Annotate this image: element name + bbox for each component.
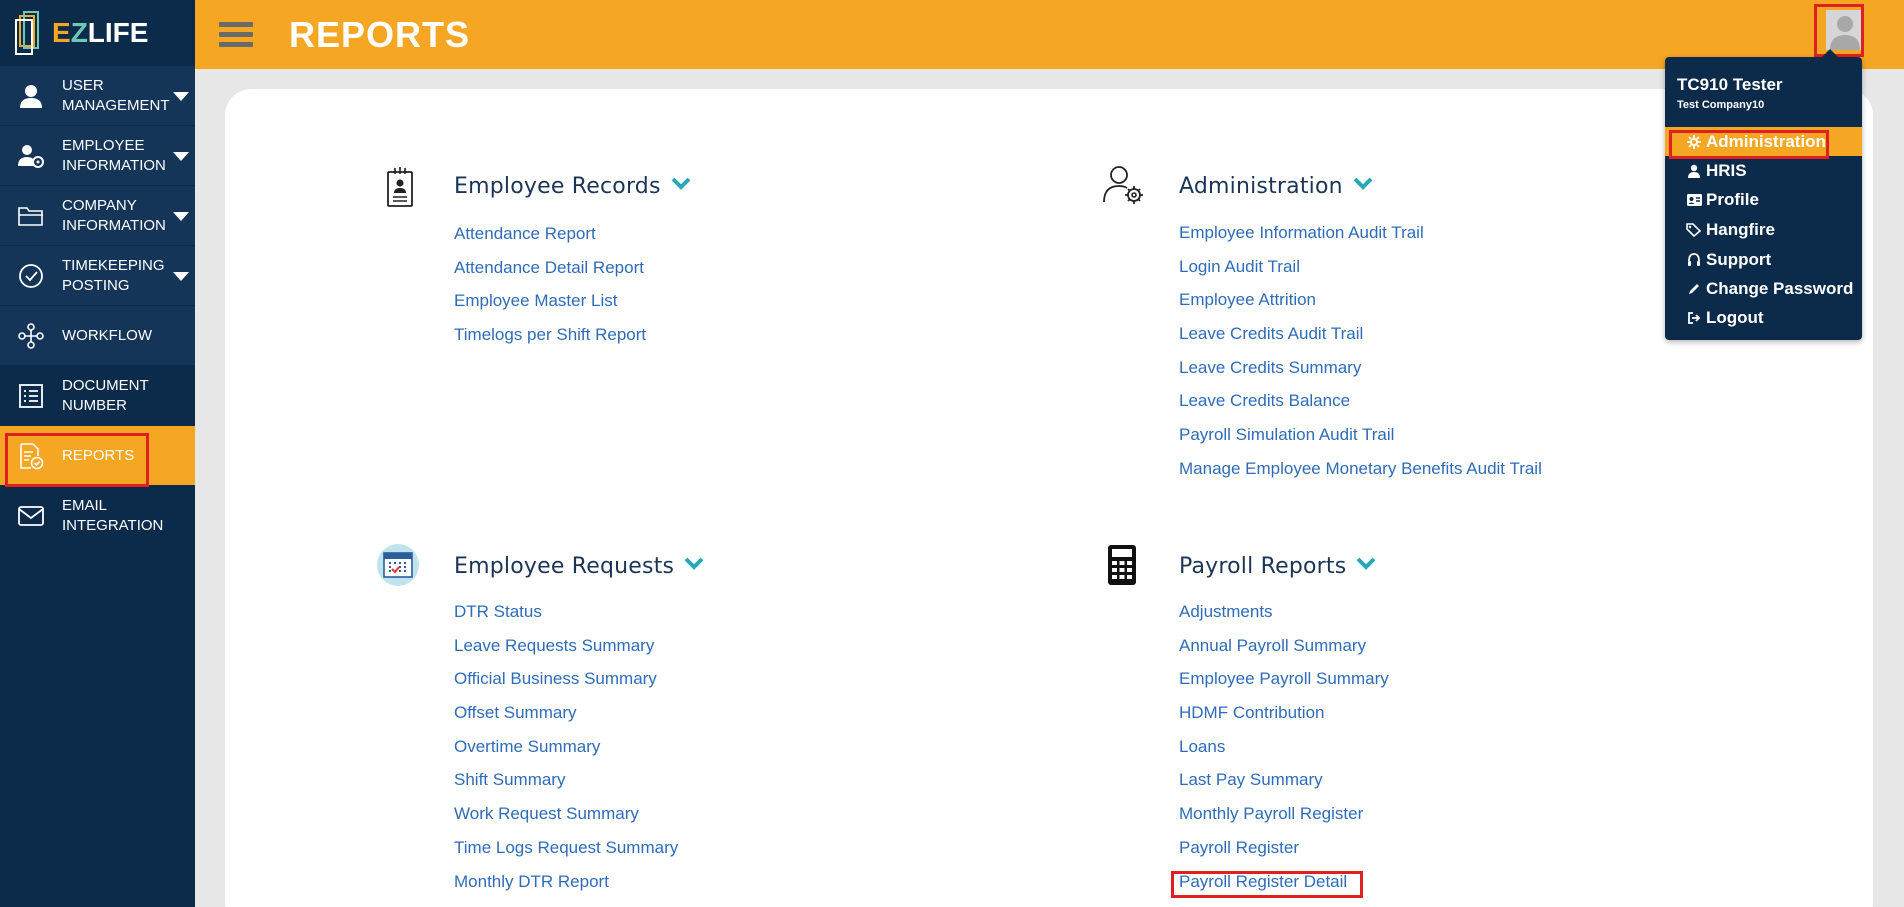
- sidebar-item-label: USER MANAGEMENT: [62, 76, 170, 114]
- report-link[interactable]: Employee Attrition: [1179, 290, 1542, 324]
- logo-text: EZLIFE: [52, 17, 149, 48]
- report-icon: [0, 442, 62, 470]
- employee-records-links: Attendance Report Attendance Detail Repo…: [454, 224, 646, 359]
- report-link[interactable]: Attendance Detail Report: [454, 258, 646, 292]
- report-link[interactable]: Manage Employee Monetary Benefits Audit …: [1179, 459, 1542, 493]
- dropdown-user-name: TC910 Tester: [1677, 75, 1783, 94]
- hamburger-menu-icon[interactable]: [219, 17, 253, 52]
- sidebar-item-email-integration[interactable]: EMAIL INTEGRATION: [0, 486, 195, 546]
- caret-down-icon: [173, 92, 189, 101]
- calendar-check-icon: [377, 544, 419, 586]
- report-link[interactable]: Employee Information Audit Trail: [1179, 223, 1542, 257]
- menu-item-change-password[interactable]: Change Password: [1665, 274, 1862, 303]
- menu-item-hangfire[interactable]: Hangfire: [1665, 215, 1862, 244]
- calculator-icon: [1108, 545, 1136, 585]
- logo-mark-icon: [15, 11, 39, 55]
- id-card-icon: [1685, 193, 1703, 206]
- chevron-down-icon[interactable]: [684, 557, 704, 571]
- chevron-down-icon[interactable]: [671, 177, 691, 191]
- list-icon: [0, 383, 62, 409]
- chevron-down-icon[interactable]: [1356, 557, 1376, 571]
- user-icon: [1685, 164, 1703, 178]
- report-link[interactable]: Last Pay Summary: [1179, 770, 1389, 804]
- logout-icon: [1685, 311, 1703, 325]
- sidebar-item-label: DOCUMENT NUMBER: [62, 376, 149, 414]
- report-link[interactable]: Leave Credits Audit Trail: [1179, 324, 1542, 358]
- menu-item-hris[interactable]: HRIS: [1665, 156, 1862, 185]
- menu-item-profile[interactable]: Profile: [1665, 185, 1862, 214]
- app-logo[interactable]: EZLIFE: [0, 0, 195, 66]
- top-header: REPORTS: [195, 0, 1904, 69]
- report-link[interactable]: Time Logs Request Summary: [454, 838, 678, 872]
- caret-down-icon: [173, 152, 189, 161]
- chevron-down-icon[interactable]: [1353, 177, 1373, 191]
- sidebar-item-document-number[interactable]: DOCUMENT NUMBER: [0, 366, 195, 426]
- user-settings-icon: [1103, 166, 1143, 204]
- report-link[interactable]: Leave Credits Balance: [1179, 391, 1542, 425]
- report-link[interactable]: Overtime Summary: [454, 737, 678, 771]
- sidebar-item-company-information[interactable]: COMPANY INFORMATION: [0, 186, 195, 246]
- report-link[interactable]: Annual Payroll Summary: [1179, 636, 1389, 670]
- menu-item-administration[interactable]: Administration: [1665, 127, 1862, 156]
- report-link[interactable]: Adjustments: [1179, 602, 1389, 636]
- caret-down-icon: [173, 212, 189, 221]
- sidebar-item-label: WORKFLOW: [62, 326, 152, 344]
- report-link[interactable]: Official Business Summary: [454, 669, 678, 703]
- report-link[interactable]: DTR Status: [454, 602, 678, 636]
- sidebar-item-reports[interactable]: REPORTS: [0, 426, 195, 486]
- sidebar-item-label: EMPLOYEE INFORMATION: [62, 136, 166, 174]
- menu-item-logout[interactable]: Logout: [1665, 303, 1862, 332]
- report-link[interactable]: Employee Payroll Summary: [1179, 669, 1389, 703]
- report-link[interactable]: Leave Credits Summary: [1179, 358, 1542, 392]
- sidebar-item-label: COMPANY INFORMATION: [62, 196, 166, 234]
- user-icon: [0, 83, 62, 109]
- employee-requests-links: DTR Status Leave Requests Summary Offici…: [454, 602, 678, 905]
- sidebar-item-timekeeping-posting[interactable]: TIMEKEEPING POSTING: [0, 246, 195, 306]
- sidebar-item-label: TIMEKEEPING POSTING: [62, 256, 165, 294]
- reports-card: Employee Records Attendance Report Atten…: [225, 89, 1873, 907]
- headset-icon: [1685, 252, 1703, 267]
- report-link[interactable]: Leave Requests Summary: [454, 636, 678, 670]
- caret-down-icon: [173, 272, 189, 281]
- report-link[interactable]: Employee Master List: [454, 291, 646, 325]
- section-title[interactable]: Employee Requests: [454, 554, 704, 579]
- payroll-reports-links: Adjustments Annual Payroll Summary Emplo…: [1179, 602, 1389, 905]
- report-link[interactable]: Shift Summary: [454, 770, 678, 804]
- report-link[interactable]: Monthly Payroll Register: [1179, 804, 1389, 838]
- sidebar-item-workflow[interactable]: WORKFLOW: [0, 306, 195, 366]
- sidebar-item-label: EMAIL INTEGRATION: [62, 496, 164, 534]
- report-link[interactable]: HDMF Contribution: [1179, 703, 1389, 737]
- pencil-icon: [1685, 282, 1703, 296]
- sidebar-item-label: REPORTS: [62, 446, 135, 464]
- section-title[interactable]: Employee Records: [454, 174, 691, 199]
- report-link[interactable]: Payroll Register: [1179, 838, 1389, 872]
- section-title[interactable]: Payroll Reports: [1179, 554, 1376, 579]
- section-title[interactable]: Administration: [1179, 174, 1373, 199]
- administration-links: Employee Information Audit Trail Login A…: [1179, 223, 1542, 493]
- report-link[interactable]: Loans: [1179, 737, 1389, 771]
- report-link[interactable]: Attendance Report: [454, 224, 646, 258]
- employee-settings-icon: [0, 143, 62, 169]
- report-link[interactable]: Offset Summary: [454, 703, 678, 737]
- gear-icon: [1685, 134, 1703, 149]
- folder-icon: [0, 204, 62, 228]
- check-circle-icon: [0, 263, 62, 289]
- sidebar-item-employee-information[interactable]: EMPLOYEE INFORMATION: [0, 126, 195, 186]
- tags-icon: [1685, 222, 1703, 237]
- report-link[interactable]: Payroll Register Detail: [1179, 872, 1389, 906]
- sidebar: EZLIFE USER MANAGEMENT EMPLOYEE INFORMATIO…: [0, 0, 195, 907]
- sidebar-item-user-management[interactable]: USER MANAGEMENT: [0, 66, 195, 126]
- dropdown-company-name: Test Company10: [1677, 99, 1765, 111]
- report-link[interactable]: Timelogs per Shift Report: [454, 325, 646, 359]
- report-link[interactable]: Monthly DTR Report: [454, 872, 678, 906]
- report-link[interactable]: Work Request Summary: [454, 804, 678, 838]
- user-dropdown-menu: TC910 Tester Test Company10 Administrati…: [1665, 49, 1862, 340]
- menu-item-support[interactable]: Support: [1665, 245, 1862, 274]
- envelope-icon: [0, 505, 62, 527]
- workflow-icon: [0, 322, 62, 349]
- id-badge-icon: [387, 167, 413, 207]
- report-link[interactable]: Login Audit Trail: [1179, 257, 1542, 291]
- page-title: REPORTS: [289, 13, 471, 55]
- report-link[interactable]: Payroll Simulation Audit Trail: [1179, 425, 1542, 459]
